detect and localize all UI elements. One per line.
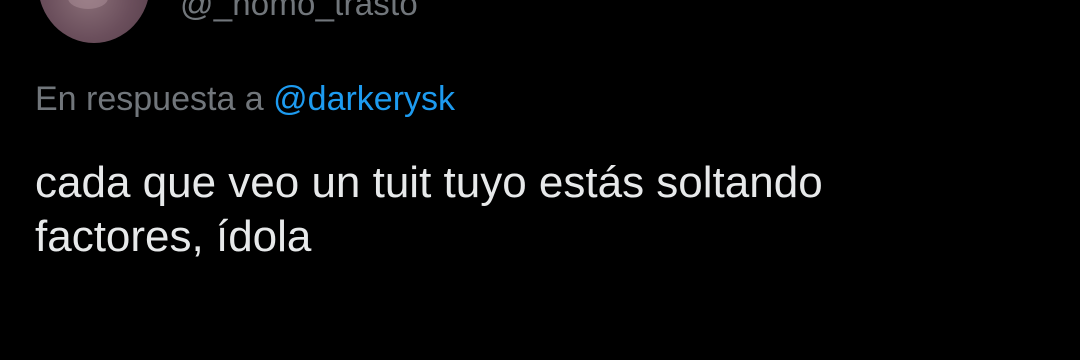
tweet-text: cada que veo un tuit tuyo estás soltando… <box>35 158 823 261</box>
reply-context: En respuesta a @darkerysk <box>35 78 455 120</box>
reply-prefix: En respuesta a <box>35 80 274 118</box>
reply-mention-link[interactable]: @darkerysk <box>273 80 455 118</box>
tweet-card[interactable]: @_homo_trasto En respuesta a @darkerysk … <box>0 0 1080 360</box>
author-avatar[interactable] <box>38 0 150 43</box>
author-handle[interactable]: @_homo_trasto <box>180 0 418 24</box>
